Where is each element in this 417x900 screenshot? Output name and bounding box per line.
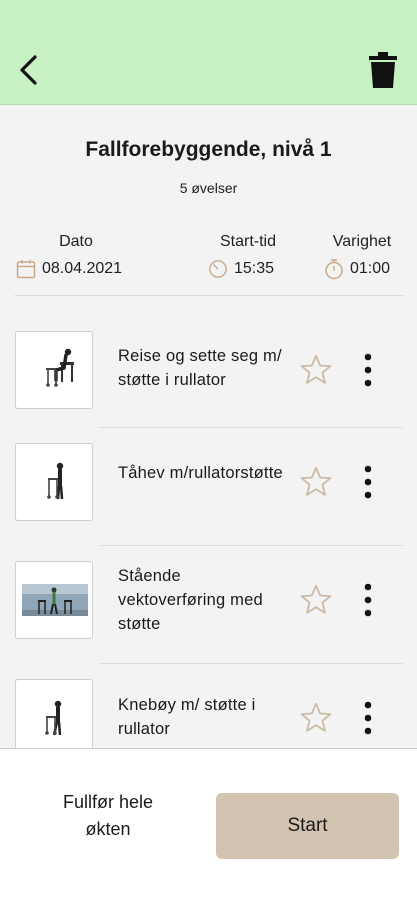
exercise-name[interactable]: Knebøy m/ støtte i rullator bbox=[118, 693, 290, 741]
start-time-value-row: 15:35 bbox=[208, 259, 288, 279]
bottom-action-bar: Fullfør hele økten Start bbox=[0, 748, 417, 900]
exercise-row[interactable]: Reise og sette seg m/ støtte i rullator bbox=[0, 310, 417, 428]
exercise-name[interactable]: Stående vektoverføring med støtte bbox=[118, 564, 290, 636]
more-options-button[interactable] bbox=[356, 350, 380, 390]
exercise-thumbnail[interactable] bbox=[15, 679, 93, 748]
exercise-row[interactable]: Knebøy m/ støtte i rullator bbox=[0, 664, 417, 748]
calendar-icon bbox=[16, 259, 36, 279]
date-value-row: 08.04.2021 bbox=[16, 259, 136, 279]
favorite-button[interactable] bbox=[296, 462, 336, 502]
top-app-bar bbox=[0, 0, 417, 105]
date-column: Dato 08.04.2021 bbox=[16, 233, 136, 279]
start-button[interactable]: Start bbox=[216, 793, 399, 859]
exercise-row[interactable]: Tåhev m/rullatorstøtte bbox=[0, 428, 417, 546]
favorite-button[interactable] bbox=[296, 698, 336, 738]
exercise-thumbnail[interactable] bbox=[15, 561, 93, 639]
exercise-row[interactable]: Stående vektoverføring med støtte bbox=[0, 546, 417, 664]
back-button[interactable] bbox=[10, 50, 46, 90]
more-options-button[interactable] bbox=[356, 698, 380, 738]
chevron-left-icon bbox=[20, 55, 37, 85]
exercise-count: 5 øvelser bbox=[179, 180, 238, 196]
star-outline-icon bbox=[300, 702, 332, 732]
finish-session-button[interactable]: Fullfør hele økten bbox=[60, 789, 156, 843]
section-divider bbox=[15, 295, 403, 296]
more-options-button[interactable] bbox=[356, 462, 380, 502]
exercise-list[interactable]: Reise og sette seg m/ støtte i rullator bbox=[0, 310, 417, 748]
more-vertical-icon bbox=[364, 465, 372, 499]
exercise-thumbnail[interactable] bbox=[15, 331, 93, 409]
star-outline-icon bbox=[300, 354, 332, 384]
start-time-label: Start-tid bbox=[219, 233, 276, 250]
start-time-value: 15:35 bbox=[234, 260, 275, 277]
duration-label: Varighet bbox=[332, 233, 392, 250]
exercise-name[interactable]: Tåhev m/rullatorstøtte bbox=[118, 461, 290, 485]
date-label: Dato bbox=[59, 233, 93, 250]
duration-value: 01:00 bbox=[350, 260, 391, 277]
star-outline-icon bbox=[300, 584, 332, 614]
session-title: Fallforebyggende, nivå 1 bbox=[85, 138, 332, 161]
favorite-button[interactable] bbox=[296, 350, 336, 390]
timer-icon bbox=[208, 259, 228, 279]
favorite-button[interactable] bbox=[296, 580, 336, 620]
star-outline-icon bbox=[300, 466, 332, 496]
date-value: 08.04.2021 bbox=[42, 260, 123, 277]
duration-column: Varighet 01:00 bbox=[324, 233, 400, 280]
stopwatch-icon bbox=[324, 259, 344, 280]
start-time-column: Start-tid 15:35 bbox=[208, 233, 288, 279]
exercise-name[interactable]: Reise og sette seg m/ støtte i rullator bbox=[118, 344, 290, 392]
more-vertical-icon bbox=[364, 353, 372, 387]
trash-icon bbox=[369, 52, 397, 88]
more-vertical-icon bbox=[364, 701, 372, 735]
delete-button[interactable] bbox=[367, 50, 399, 90]
more-vertical-icon bbox=[364, 583, 372, 617]
duration-value-row: 01:00 bbox=[324, 259, 400, 280]
more-options-button[interactable] bbox=[356, 580, 380, 620]
exercise-thumbnail[interactable] bbox=[15, 443, 93, 521]
